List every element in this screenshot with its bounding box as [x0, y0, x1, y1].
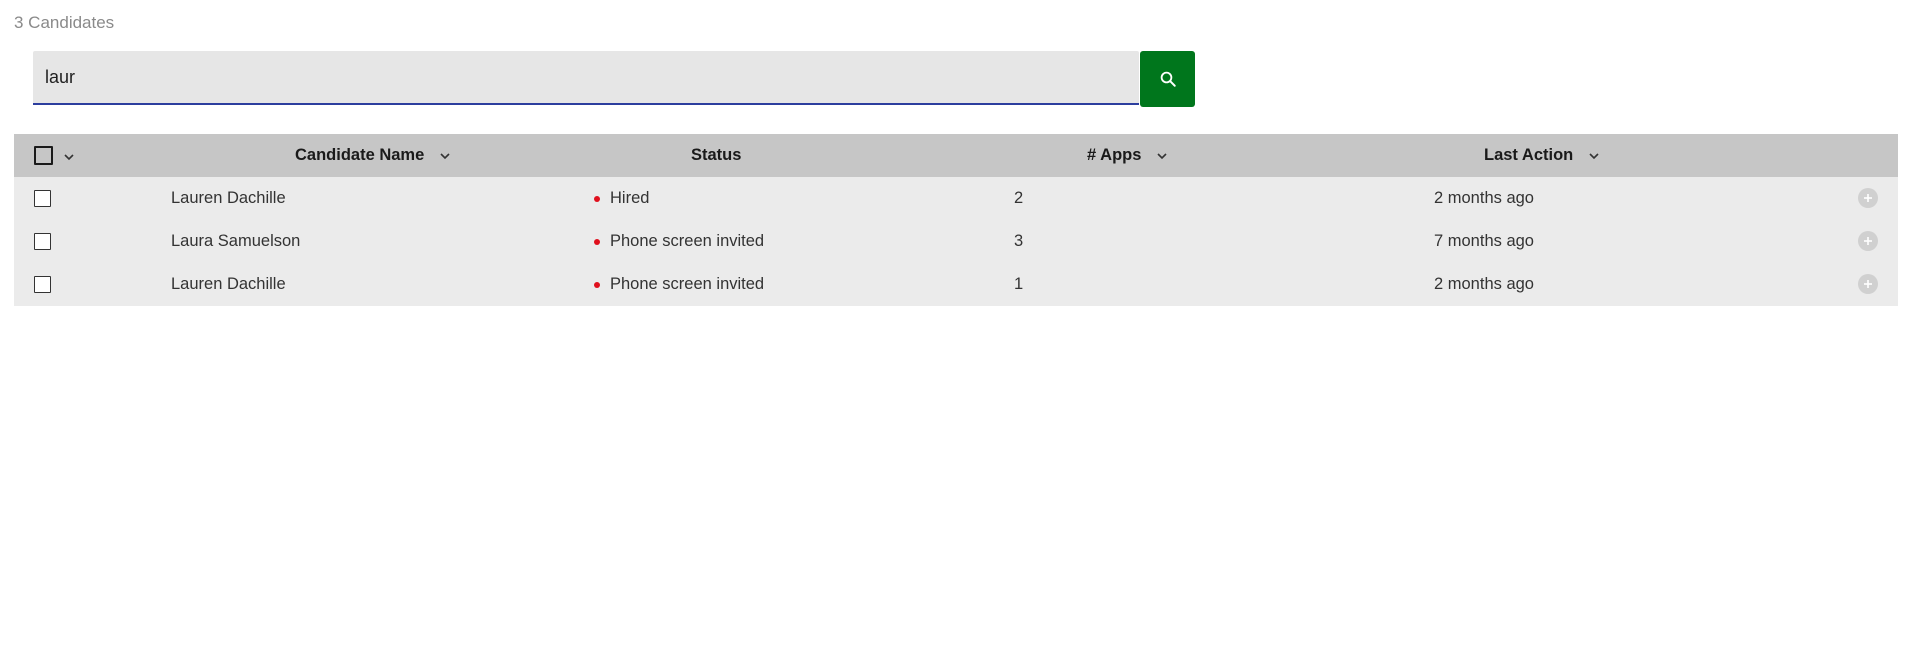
- status-text: Phone screen invited: [610, 275, 765, 293]
- add-action-button[interactable]: [1858, 274, 1878, 294]
- column-header-candidate-name[interactable]: Candidate Name: [295, 134, 452, 177]
- add-action-button[interactable]: [1858, 188, 1878, 208]
- column-header-status: Status: [691, 134, 741, 177]
- column-label-last-action: Last Action: [1484, 146, 1574, 164]
- status-dot-icon: [594, 238, 600, 245]
- candidate-name[interactable]: Lauren Dachille: [171, 177, 286, 220]
- table-header: Candidate Name Status # Apps Last Action: [14, 134, 1898, 177]
- status-text: Hired: [610, 189, 650, 207]
- plus-icon: [1864, 280, 1872, 288]
- row-checkbox[interactable]: [34, 276, 51, 293]
- last-action: 2 months ago: [1434, 189, 1534, 207]
- last-action: 2 months ago: [1434, 275, 1534, 293]
- status-text: Phone screen invited: [610, 232, 765, 250]
- sort-chevron-down-icon[interactable]: [438, 149, 452, 163]
- plus-icon: [1864, 194, 1872, 202]
- apps-count: 2: [1014, 189, 1024, 207]
- bulk-actions-chevron-down-icon[interactable]: [62, 150, 76, 164]
- search-bar: [33, 51, 1195, 107]
- candidate-name[interactable]: Lauren Dachille: [171, 263, 286, 306]
- column-label-apps: # Apps: [1087, 146, 1142, 164]
- table-body: Lauren Dachille Hired 2 2 months ago Lau…: [14, 177, 1898, 306]
- row-checkbox[interactable]: [34, 190, 51, 207]
- search-button[interactable]: [1140, 51, 1195, 107]
- candidate-count: 3 Candidates: [14, 13, 115, 32]
- add-action-button[interactable]: [1858, 231, 1878, 251]
- status-cell: Hired: [594, 177, 649, 220]
- candidates-page: 3 Candidates Candidate Name Status: [0, 0, 1912, 652]
- status-cell: Phone screen invited: [594, 263, 764, 306]
- apps-count: 1: [1014, 275, 1024, 293]
- search-icon: [1160, 71, 1176, 87]
- column-label-candidate-name: Candidate Name: [295, 146, 425, 164]
- last-action: 7 months ago: [1434, 232, 1534, 250]
- candidates-table: Candidate Name Status # Apps Last Action: [14, 134, 1898, 306]
- table-row[interactable]: Laura Samuelson Phone screen invited 3 7…: [14, 220, 1898, 263]
- apps-count: 3: [1014, 232, 1024, 250]
- select-all-checkbox[interactable]: [34, 146, 53, 165]
- column-header-apps[interactable]: # Apps: [1087, 134, 1169, 177]
- status-cell: Phone screen invited: [594, 220, 764, 263]
- plus-icon: [1864, 237, 1872, 245]
- sort-chevron-down-icon[interactable]: [1587, 149, 1601, 163]
- search-input[interactable]: [33, 51, 1139, 105]
- table-row[interactable]: Lauren Dachille Phone screen invited 1 2…: [14, 263, 1898, 306]
- status-dot-icon: [594, 195, 600, 202]
- status-dot-icon: [594, 281, 600, 288]
- column-header-last-action[interactable]: Last Action: [1484, 134, 1601, 177]
- column-label-status: Status: [691, 146, 742, 164]
- row-checkbox[interactable]: [34, 233, 51, 250]
- candidate-name[interactable]: Laura Samuelson: [171, 220, 300, 263]
- sort-chevron-down-icon[interactable]: [1155, 149, 1169, 163]
- table-row[interactable]: Lauren Dachille Hired 2 2 months ago: [14, 177, 1898, 220]
